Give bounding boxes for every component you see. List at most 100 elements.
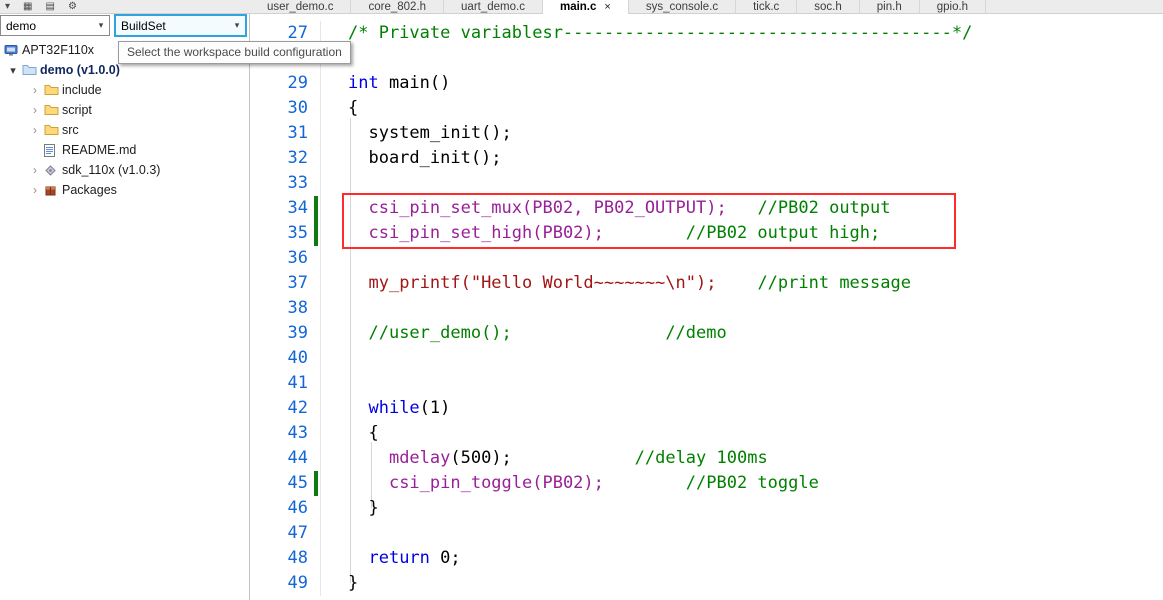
change-bar [314, 196, 318, 221]
line-number[interactable]: 37 [250, 271, 312, 296]
code-line-48[interactable]: 48 return 0; [250, 546, 1163, 571]
line-number[interactable]: 49 [250, 571, 312, 596]
code-line-37[interactable]: 37 my_printf("Hello World~~~~~~~\n"); //… [250, 271, 1163, 296]
line-number[interactable]: 33 [250, 171, 312, 196]
code-text: } [320, 496, 379, 521]
sdk-icon [44, 164, 62, 177]
code-line-47[interactable]: 47 [250, 521, 1163, 546]
line-number[interactable]: 41 [250, 371, 312, 396]
code-line-31[interactable]: 31 system_init(); [250, 121, 1163, 146]
line-number[interactable]: 30 [250, 96, 312, 121]
tree-item-label: sdk_110x (v1.0.3) [62, 163, 160, 177]
change-bar-gutter [312, 396, 320, 421]
code-text: return 0; [320, 546, 461, 571]
tab-soc.h[interactable]: soc.h [797, 0, 860, 14]
line-number[interactable]: 47 [250, 521, 312, 546]
code-line-41[interactable]: 41 [250, 371, 1163, 396]
tree-item-script[interactable]: ›script [0, 100, 248, 120]
line-number[interactable]: 34 [250, 196, 312, 221]
tree-item-sdk_110x[interactable]: › sdk_110x (v1.0.3) [0, 160, 248, 180]
code-text: system_init(); [320, 121, 512, 146]
change-bar-gutter [312, 546, 320, 571]
change-bar [314, 221, 318, 246]
dropdown-icon[interactable]: ▾ [5, 1, 10, 12]
code-text: int main() [320, 71, 450, 96]
code-line-29[interactable]: 29 int main() [250, 71, 1163, 96]
settings-icon[interactable]: ⚙ [68, 1, 77, 12]
expand-icon[interactable]: › [26, 183, 44, 197]
code-line-32[interactable]: 32 board_init(); [250, 146, 1163, 171]
collapse-icon[interactable]: ▾ [4, 64, 22, 77]
change-bar-gutter [312, 321, 320, 346]
code-line-45[interactable]: 45 csi_pin_toggle(PB02); //PB02 toggle [250, 471, 1163, 496]
line-number[interactable]: 43 [250, 421, 312, 446]
file-icon [44, 144, 62, 157]
change-bar-gutter [312, 496, 320, 521]
tree-item-src[interactable]: ›src [0, 120, 248, 140]
build-config-select[interactable]: BuildSet ▾ [114, 14, 247, 37]
line-number[interactable]: 39 [250, 321, 312, 346]
code-text: //user_demo(); //demo [320, 321, 727, 346]
code-line-28[interactable]: 28 [250, 46, 1163, 71]
expand-icon[interactable]: › [26, 123, 44, 137]
code-line-33[interactable]: 33 [250, 171, 1163, 196]
line-number[interactable]: 38 [250, 296, 312, 321]
line-number[interactable]: 31 [250, 121, 312, 146]
target-select[interactable]: demo ▾ [0, 15, 110, 36]
line-number[interactable]: 42 [250, 396, 312, 421]
code-line-39[interactable]: 39 //user_demo(); //demo [250, 321, 1163, 346]
change-bar-gutter [312, 346, 320, 371]
code-line-35[interactable]: 35 csi_pin_set_high(PB02); //PB02 output… [250, 221, 1163, 246]
expand-icon[interactable]: › [26, 103, 44, 117]
code-line-44[interactable]: 44 mdelay(500); //delay 100ms [250, 446, 1163, 471]
tree-item-include[interactable]: ›include [0, 80, 248, 100]
chevron-down-icon[interactable]: ▾ [229, 20, 245, 31]
tab-tick.c[interactable]: tick.c [736, 0, 797, 14]
line-number[interactable]: 35 [250, 221, 312, 246]
tab-label: core_802.h [368, 1, 426, 13]
code-line-30[interactable]: 30{ [250, 96, 1163, 121]
change-bar-gutter [312, 246, 320, 271]
line-number[interactable]: 44 [250, 446, 312, 471]
tree-item-README.md[interactable]: README.md [0, 140, 248, 160]
tab-main.c[interactable]: main.c× [543, 0, 629, 14]
code-editor[interactable]: 27/* Private variablesr-----------------… [250, 14, 1163, 600]
expand-icon[interactable]: › [26, 163, 44, 177]
tree-item-Packages[interactable]: ›Packages [0, 180, 248, 200]
tab-label: uart_demo.c [461, 1, 525, 13]
code-line-36[interactable]: 36 [250, 246, 1163, 271]
line-number[interactable]: 36 [250, 246, 312, 271]
chevron-down-icon[interactable]: ▾ [93, 20, 109, 31]
code-line-38[interactable]: 38 [250, 296, 1163, 321]
change-bar-gutter [312, 171, 320, 196]
grid-view-icon[interactable]: ▦ [23, 1, 32, 12]
tab-label: sys_console.c [646, 1, 718, 13]
line-number[interactable]: 29 [250, 71, 312, 96]
tab-user_demo.c[interactable]: user_demo.c [250, 0, 351, 14]
project-panel: demo ▾ BuildSet ▾ APT32F110x▾demo (v1.0.… [0, 14, 250, 600]
code-line-27[interactable]: 27/* Private variablesr-----------------… [250, 21, 1163, 46]
code-line-34[interactable]: 34 csi_pin_set_mux(PB02, PB02_OUTPUT); /… [250, 196, 1163, 221]
expand-icon[interactable]: › [26, 83, 44, 97]
line-number[interactable]: 40 [250, 346, 312, 371]
tab-sys_console.c[interactable]: sys_console.c [629, 0, 736, 14]
folder-icon [44, 104, 62, 116]
code-text: my_printf("Hello World~~~~~~~\n"); //pri… [320, 271, 911, 296]
line-number[interactable]: 45 [250, 471, 312, 496]
code-text: board_init(); [320, 146, 502, 171]
code-line-43[interactable]: 43 { [250, 421, 1163, 446]
tab-core_802.h[interactable]: core_802.h [351, 0, 444, 14]
tab-uart_demo.c[interactable]: uart_demo.c [444, 0, 543, 14]
tab-gpio.h[interactable]: gpio.h [920, 0, 986, 14]
tab-pin.h[interactable]: pin.h [860, 0, 920, 14]
line-number[interactable]: 46 [250, 496, 312, 521]
code-line-46[interactable]: 46 } [250, 496, 1163, 521]
list-view-icon[interactable]: ▤ [45, 1, 54, 12]
line-number[interactable]: 48 [250, 546, 312, 571]
project-toolbar: ▾ ▦ ▤ ⚙ [5, 0, 77, 13]
line-number[interactable]: 32 [250, 146, 312, 171]
code-line-42[interactable]: 42 while(1) [250, 396, 1163, 421]
code-line-40[interactable]: 40 [250, 346, 1163, 371]
code-line-49[interactable]: 49} [250, 571, 1163, 596]
close-icon[interactable]: × [604, 1, 610, 13]
